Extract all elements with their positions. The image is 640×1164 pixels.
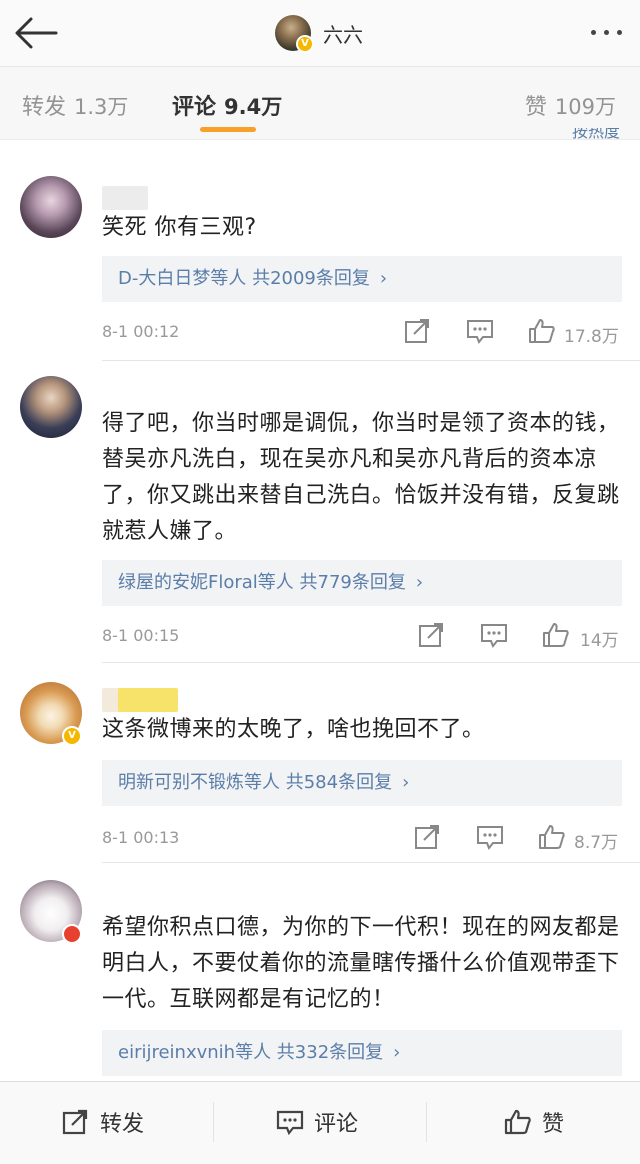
header-username[interactable]: 六六 [323, 19, 363, 48]
comment-text: 这条微博来的太晚了，啥也挽回不了。 [102, 717, 485, 742]
replies-summary[interactable]: 绿屋的安妮Floral等人 共779条回复 › [102, 560, 622, 606]
comment-icon[interactable] [466, 318, 494, 344]
like-label: 赞 [542, 1112, 565, 1137]
repost-button[interactable]: 转发 [62, 1104, 144, 1140]
verified-badge-icon: V [62, 726, 82, 746]
like-button[interactable]: 赞 [504, 1104, 564, 1140]
chevron-right-icon: › [393, 1042, 401, 1063]
tab-bar: 转发 1.3万 评论 9.4万 赞 109万 [0, 67, 640, 140]
chevron-right-icon: › [415, 572, 424, 593]
repost-icon[interactable] [404, 318, 432, 344]
tab-comments-label: 评论 [172, 95, 217, 120]
repost-label: 转发 [100, 1112, 145, 1137]
more-dots-icon[interactable] [591, 30, 622, 35]
like-icon[interactable] [538, 824, 566, 850]
tab-repost-count: 1.3万 [74, 95, 129, 119]
like-icon[interactable] [542, 622, 570, 648]
tab-likes-count: 109万 [554, 95, 616, 119]
back-arrow-icon[interactable] [14, 16, 58, 50]
comment-label: 评论 [314, 1112, 359, 1137]
active-tab-indicator [200, 127, 256, 132]
like-count: 17.8万 [564, 327, 619, 347]
bottom-divider [426, 1102, 427, 1142]
commenter-name-redacted [118, 688, 178, 712]
comment-icon[interactable] [480, 622, 508, 648]
comment-item: 得了吧，你当时哪是调侃，你当时是领了资本的钱，替吴亦凡洗白，现在吴亦凡和吴亦凡背… [0, 362, 640, 664]
commenter-avatar[interactable] [20, 376, 82, 438]
comment-item: 笑死 你有三观? D-大白日梦等人 共2009条回复 › 8-1 00:12 17… [0, 140, 640, 362]
tab-comments-count: 9.4万 [224, 95, 283, 119]
header-avatar[interactable]: V [275, 15, 314, 53]
commenter-avatar[interactable] [20, 176, 82, 238]
repost-icon[interactable] [414, 824, 442, 850]
top-bar: V 六六 [0, 0, 640, 67]
comment-divider [102, 662, 640, 663]
comment-divider [102, 862, 640, 863]
verified-badge-icon: V [296, 35, 314, 53]
replies-summary-text: eirijreinxvnih等人 共332条回复 [118, 1042, 384, 1063]
replies-summary-text: D-大白日梦等人 共2009条回复 [118, 268, 370, 289]
tab-likes-label: 赞 [524, 95, 547, 120]
chevron-right-icon: › [402, 772, 410, 793]
like-count: 8.7万 [574, 833, 619, 853]
member-badge-icon [62, 924, 82, 944]
replies-summary[interactable]: D-大白日梦等人 共2009条回复 › [102, 256, 622, 302]
replies-summary-text: 明新可别不锻炼等人 共584条回复 [118, 772, 393, 793]
tab-repost-label: 转发 [22, 95, 67, 120]
tab-repost[interactable]: 转发 1.3万 [22, 89, 128, 121]
comment-text: 得了吧，你当时哪是调侃，你当时是领了资本的钱，替吴亦凡洗白，现在吴亦凡和吴亦凡背… [102, 411, 620, 544]
like-icon[interactable] [528, 318, 556, 344]
repost-icon [62, 1109, 88, 1135]
chevron-right-icon: › [379, 268, 388, 289]
tab-likes[interactable]: 赞 109万 [525, 89, 616, 121]
bottom-action-bar: 转发 评论 赞 [0, 1081, 640, 1164]
comment-item: V 这条微博来的太晚了，啥也挽回不了。 明新可别不锻炼等人 共584条回复 › 8… [0, 664, 640, 864]
like-count: 14万 [580, 631, 619, 651]
commenter-name-redacted[interactable] [102, 186, 148, 210]
comment-time: 8-1 00:15 [102, 626, 180, 645]
comment-time: 8-1 00:12 [102, 322, 180, 341]
replies-summary[interactable]: eirijreinxvnih等人 共332条回复 › [102, 1030, 622, 1076]
bottom-divider [213, 1102, 214, 1142]
header-user[interactable]: V 六六 [275, 13, 363, 53]
sort-toggle[interactable]: 按热度 [572, 128, 620, 140]
comment-icon[interactable] [476, 824, 504, 850]
comment-text: 希望你积点口德，为你的下一代积！现在的网友都是明白人，不要仗着你的流量瞎传播什么… [102, 915, 620, 1012]
comment-item: 希望你积点口德，为你的下一代积！现在的网友都是明白人，不要仗着你的流量瞎传播什么… [0, 864, 640, 1081]
commenter-avatar[interactable] [20, 880, 82, 944]
comment-icon [276, 1110, 304, 1135]
comment-button[interactable]: 评论 [276, 1104, 358, 1140]
comment-text: 笑死 你有三观? [102, 215, 257, 240]
commenter-avatar[interactable]: V [20, 682, 82, 746]
like-icon [504, 1109, 531, 1135]
tab-comments[interactable]: 评论 9.4万 [172, 89, 282, 121]
comment-divider [102, 360, 640, 361]
replies-summary-text: 绿屋的安妮Floral等人 共779条回复 [118, 572, 406, 593]
repost-icon[interactable] [418, 622, 446, 648]
replies-summary[interactable]: 明新可别不锻炼等人 共584条回复 › [102, 760, 622, 806]
comment-time: 8-1 00:13 [102, 828, 180, 847]
